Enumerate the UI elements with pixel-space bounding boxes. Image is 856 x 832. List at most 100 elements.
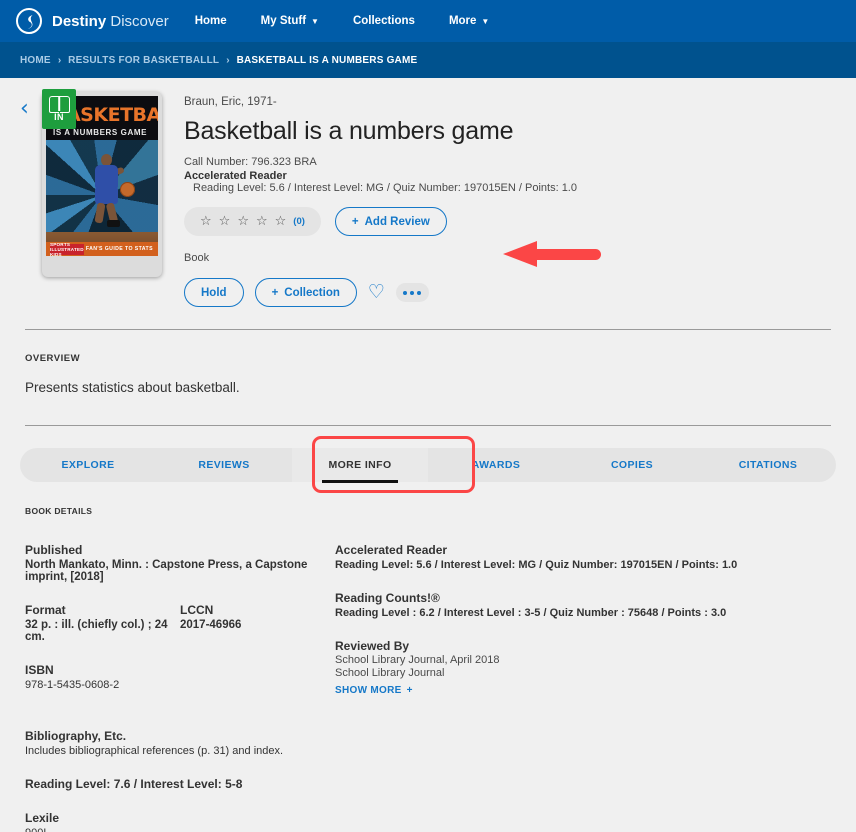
reading-level-field: Reading Level: 7.6 / Interest Level: 5-8 [25,777,335,791]
star-rating-control[interactable]: ☆ ☆ ☆ ☆ ☆ (0) [184,207,321,236]
lccn-field: LCCN 2017-46966 [180,603,241,643]
isbn-label: ISBN [25,663,54,677]
star-icon[interactable]: ☆ [275,214,287,229]
breadcrumb-item-results[interactable]: RESULTS FOR BASKETBALLL [68,55,219,66]
star-icon[interactable]: ☆ [256,214,268,229]
published-value: North Mankato, Minn. : Capstone Press, a… [25,559,308,583]
overview-label: OVERVIEW [25,353,81,364]
cover-basketball-player-illustration [92,154,135,228]
accelerated-reader-line: Reading Level: 5.6 / Interest Level: MG … [193,182,577,194]
book-cover[interactable]: BASKETBALL IS A NUMBERS GAME A FAN'S GUI… [42,89,162,277]
tab-copies-label: COPIES [610,459,654,471]
nav-item-more-label: More [448,15,477,27]
tab-citations[interactable]: CITATIONS [700,448,836,482]
collection-label: Collection [284,286,340,299]
tab-more-info[interactable]: MORE INFO [292,448,428,483]
published-field: Published North Mankato, Minn. : Capston… [25,543,335,583]
lccn-label: LCCN [180,603,214,617]
chevron-down-icon: ▼ [481,17,490,26]
tab-awards[interactable]: AWARDS [428,448,564,482]
hold-button[interactable]: Hold [184,278,244,307]
plus-icon: + [406,685,413,696]
reading-counts-value: Reading Level : 6.2 / Interest Level : 3… [335,607,727,619]
back-button[interactable]: ‹ [20,92,42,307]
tab-awards-label: AWARDS [471,459,521,471]
nav-item-more[interactable]: More ▼ [449,15,489,27]
bibliography-value: Includes bibliographical references (p. … [25,745,284,757]
breadcrumb-separator-icon: › [57,54,62,66]
cover-tagline-text: A FAN'S GUIDE TO STATS [80,246,153,252]
brand-wordmark[interactable]: Destiny Discover [52,13,169,30]
lexile-value: 900L [25,827,335,832]
more-options-icon[interactable] [395,283,429,302]
record-action-row: Hold + Collection ♡ [184,278,836,307]
overview-text: Presents statistics about basketball. [25,380,240,395]
record-metadata: Braun, Eric, 1971- Basketball is a numbe… [184,92,836,307]
bibliography-field: Bibliography, Etc. Includes bibliographi… [25,729,335,757]
show-more-button[interactable]: SHOW MORE + [335,685,413,696]
nav-item-collections[interactable]: Collections [353,15,415,27]
add-review-button[interactable]: + Add Review [334,207,447,236]
ar-detail-label: Accelerated Reader [335,543,448,557]
breadcrumb-item-home[interactable]: HOME [20,55,51,66]
primary-nav: Home My Stuff ▼ Collections More ▼ [195,15,524,27]
tab-explore[interactable]: EXPLORE [20,448,156,482]
lccn-value: 2017-46966 [180,619,242,631]
tab-copies[interactable]: COPIES [564,448,700,482]
tab-explore-label: EXPLORE [61,459,115,471]
isbn-value: 978-1-5435-0608-2 [25,679,120,691]
nav-item-home[interactable]: Home [195,15,227,27]
brand-primary: Destiny [52,12,107,30]
nav-item-my-stuff-label: My Stuff [260,15,307,27]
availability-badge: IN [42,89,76,129]
breadcrumb-item-current: BASKETBALL IS A NUMBERS GAME [236,54,418,66]
accelerated-reader-heading: Accelerated Reader [184,170,287,182]
format-lccn-row: Format 32 p. : ill. (chiefly col.) ; 24 … [25,603,335,643]
reviewed-by-source-2: School Library Journal [335,667,445,679]
rating-count: (0) [293,216,305,227]
destiny-circle-logo-icon[interactable] [16,8,42,34]
page-content: ‹ BASKETBALL IS A NUMBERS GAME A FAN'S G… [0,78,856,832]
divider [25,425,831,426]
reviewed-by-label: Reviewed By [335,639,410,653]
star-icon[interactable]: ☆ [200,214,212,229]
tab-more-info-label: MORE INFO [328,459,392,471]
tab-reviews-label: REVIEWS [198,459,250,471]
reviewed-by-field: Reviewed By School Library Journal, Apri… [335,639,836,698]
tab-bar: EXPLORE REVIEWS MORE INFO AWARDS COPIES … [20,436,836,493]
open-book-icon [48,96,70,113]
basketball-icon [120,182,135,197]
star-icon[interactable]: ☆ [219,214,231,229]
add-to-collection-button[interactable]: + Collection [254,278,357,307]
heart-outline-icon[interactable]: ♡ [368,283,385,302]
add-review-label: Add Review [364,215,430,228]
ar-detail-value: Reading Level: 5.6 / Interest Level: MG … [335,559,738,571]
chevron-down-icon: ▼ [311,17,319,26]
breadcrumb: HOME › RESULTS FOR BASKETBALLL › BASKETB… [0,42,856,78]
format-field: Format 32 p. : ill. (chiefly col.) ; 24 … [25,603,180,643]
nav-item-my-stuff[interactable]: My Stuff ▼ [261,15,319,27]
star-icon[interactable]: ☆ [237,214,249,229]
published-label: Published [25,543,83,557]
annotation-arrow [503,241,601,267]
divider [25,329,831,330]
cover-subtitle-text: IS A NUMBERS GAME [53,128,148,137]
reading-counts-label: Reading Counts!® [335,591,440,605]
book-details-columns: Published North Mankato, Minn. : Capston… [20,543,836,832]
breadcrumb-separator-icon: › [226,54,230,66]
format-value: 32 p. : ill. (chiefly col.) ; 24 cm. [25,619,168,643]
record-author: Braun, Eric, 1971- [184,96,277,108]
book-details-label: BOOK DETAILS [25,506,93,516]
tab-citations-label: CITATIONS [738,459,798,471]
format-label: Format [25,603,66,617]
show-more-label: SHOW MORE [335,685,402,696]
lexile-label: Lexile [25,811,60,825]
brand-secondary: Discover [110,12,169,30]
book-details-left-column: Published North Mankato, Minn. : Capston… [25,543,335,832]
hold-label: Hold [201,286,227,299]
plus-icon: + [351,215,359,228]
record-hero: ‹ BASKETBALL IS A NUMBERS GAME A FAN'S G… [20,78,836,307]
tab-reviews[interactable]: REVIEWS [156,448,292,482]
top-navigation-bar: Destiny Discover Home My Stuff ▼ Collect… [0,0,856,42]
ar-detail-field: Accelerated Reader Reading Level: 5.6 / … [335,543,836,571]
